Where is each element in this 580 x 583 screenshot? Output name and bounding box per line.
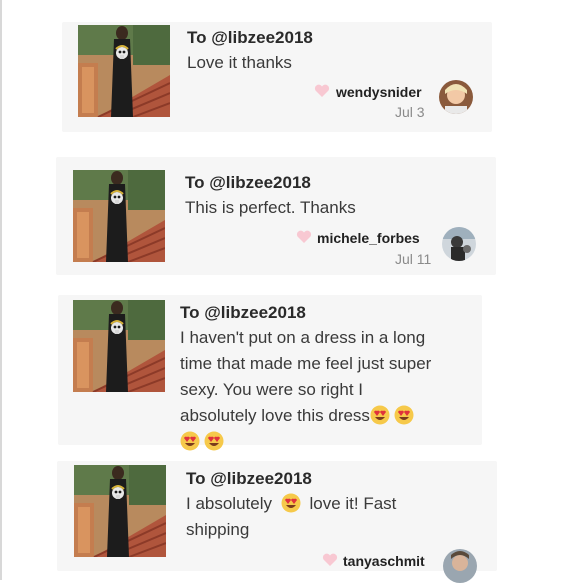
- heart-eyes-emoji: [281, 493, 301, 513]
- heart-eyes-emoji: [394, 405, 414, 425]
- review-date: Jul 3: [395, 104, 425, 120]
- heart-icon[interactable]: [322, 553, 338, 567]
- review-recipient: To @libzee2018: [187, 28, 313, 47]
- message-line: sexy. You were so right I: [180, 380, 364, 399]
- review-recipient: To @libzee2018: [180, 303, 306, 322]
- reviewer-username[interactable]: wendysnider: [336, 84, 422, 100]
- product-thumbnail[interactable]: [78, 25, 170, 117]
- left-border: [0, 0, 2, 580]
- heart-icon[interactable]: [296, 230, 312, 244]
- heart-eyes-emoji: [370, 405, 390, 425]
- message-text: absolutely love this dress: [180, 406, 370, 425]
- review-message: I haven't put on a dress in a long time …: [180, 325, 478, 455]
- message-line: This is perfect. Thanks: [185, 198, 356, 217]
- review-card: To @libzee2018 This is perfect. Thanks m…: [56, 157, 496, 275]
- review-card: To @libzee2018 Love it thanks wendysnide…: [62, 22, 492, 132]
- reviewer-username[interactable]: michele_forbes: [317, 230, 420, 246]
- message-line: time that made me feel just super: [180, 354, 432, 373]
- review-message: Love it thanks: [187, 50, 487, 76]
- avatar[interactable]: [439, 80, 473, 114]
- review-recipient: To @libzee2018: [186, 469, 312, 488]
- review-date: Jul 11: [395, 251, 432, 267]
- product-thumbnail[interactable]: [73, 300, 165, 392]
- heart-icon[interactable]: [314, 84, 330, 98]
- message-text: love it! Fast: [309, 494, 397, 513]
- product-thumbnail[interactable]: [73, 170, 165, 262]
- review-recipient: To @libzee2018: [185, 173, 311, 192]
- heart-eyes-emoji: [180, 431, 200, 451]
- heart-eyes-emoji: [204, 431, 224, 451]
- avatar[interactable]: [442, 227, 476, 261]
- message-line: Love it thanks: [187, 53, 292, 72]
- message-line: I haven't put on a dress in a long: [180, 328, 426, 347]
- review-message: This is perfect. Thanks: [185, 195, 485, 221]
- review-message: I absolutely love it! Fast shipping: [186, 491, 486, 543]
- message-line: I absolutely love it! Fast: [186, 491, 486, 517]
- message-line: [180, 429, 478, 455]
- review-card: To @libzee2018 I absolutely love it! Fas…: [57, 461, 497, 583]
- message-line: absolutely love this dress: [180, 403, 478, 429]
- avatar[interactable]: [443, 549, 477, 583]
- reviewer-username[interactable]: tanyaschmit: [343, 553, 425, 569]
- message-text: I absolutely: [186, 494, 272, 513]
- message-line: shipping: [186, 520, 250, 539]
- product-thumbnail[interactable]: [74, 465, 166, 557]
- review-card: To @libzee2018 I haven't put on a dress …: [58, 295, 482, 451]
